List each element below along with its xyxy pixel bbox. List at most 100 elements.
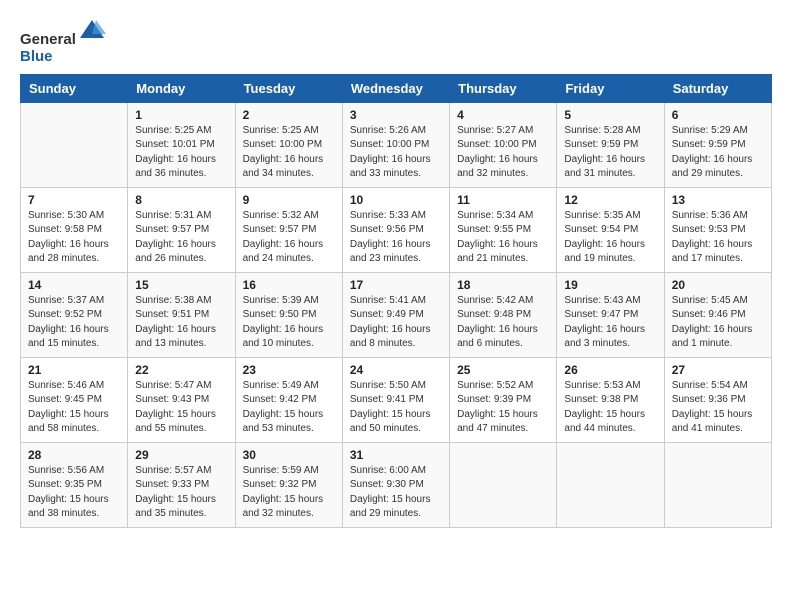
- calendar-week-row: 28 Sunrise: 5:56 AM Sunset: 9:35 PM Dayli…: [21, 442, 772, 527]
- day-content: Sunrise: 5:56 AM Sunset: 9:35 PM Dayligh…: [28, 464, 120, 522]
- calendar-cell: 30 Sunrise: 5:59 AM Sunset: 9:32 PM Dayli…: [235, 442, 342, 527]
- day-number: 15: [135, 278, 227, 292]
- day-content: Sunrise: 5:31 AM Sunset: 9:57 PM Dayligh…: [135, 209, 227, 267]
- calendar-cell: 7Sunrise: 5:30 AM Sunset: 9:58 PM Daylig…: [21, 187, 128, 272]
- day-content: Sunrise: 5:42 AM Sunset: 9:48 PM Dayligh…: [457, 294, 549, 352]
- calendar-week-row: 14 Sunrise: 5:37 AM Sunset: 9:52 PM Dayli…: [21, 272, 772, 357]
- day-number: 19: [564, 278, 656, 292]
- calendar-cell: 20Sunrise: 5:45 AM Sunset: 9:46 PM Dayli…: [664, 272, 771, 357]
- day-content: Sunrise: 5:36 AM Sunset: 9:53 PM Dayligh…: [672, 209, 764, 267]
- calendar-cell: 28 Sunrise: 5:56 AM Sunset: 9:35 PM Dayli…: [21, 442, 128, 527]
- day-number: 23: [243, 363, 335, 377]
- day-content: Sunrise: 5:46 AM Sunset: 9:45 PM Dayligh…: [28, 379, 120, 437]
- calendar-week-row: 1 Sunrise: 5:25 AM Sunset: 10:01 PM Dayli…: [21, 102, 772, 187]
- logo-icon: [78, 16, 106, 44]
- logo-blue: Blue: [20, 48, 53, 65]
- day-number: 3: [350, 108, 442, 122]
- weekday-header-tuesday: Tuesday: [235, 74, 342, 102]
- day-content: Sunrise: 5:37 AM Sunset: 9:52 PM Dayligh…: [28, 294, 120, 352]
- weekday-header-friday: Friday: [557, 74, 664, 102]
- calendar-cell: 9 Sunrise: 5:32 AM Sunset: 9:57 PM Daylig…: [235, 187, 342, 272]
- day-number: 28: [28, 448, 120, 462]
- day-content: Sunrise: 6:00 AM Sunset: 9:30 PM Dayligh…: [350, 464, 442, 522]
- day-content: Sunrise: 5:38 AM Sunset: 9:51 PM Dayligh…: [135, 294, 227, 352]
- day-content: Sunrise: 5:26 AM Sunset: 10:00 PM Daylig…: [350, 124, 442, 182]
- day-content: Sunrise: 5:25 AM Sunset: 10:00 PM Daylig…: [243, 124, 335, 182]
- day-number: 25: [457, 363, 549, 377]
- calendar-cell: 3 Sunrise: 5:26 AM Sunset: 10:00 PM Dayli…: [342, 102, 449, 187]
- day-content: Sunrise: 5:54 AM Sunset: 9:36 PM Dayligh…: [672, 379, 764, 437]
- day-content: Sunrise: 5:33 AM Sunset: 9:56 PM Dayligh…: [350, 209, 442, 267]
- calendar-cell: 6Sunrise: 5:29 AM Sunset: 9:59 PM Daylig…: [664, 102, 771, 187]
- day-number: 2: [243, 108, 335, 122]
- day-number: 8: [135, 193, 227, 207]
- day-number: 11: [457, 193, 549, 207]
- calendar-week-row: 21 Sunrise: 5:46 AM Sunset: 9:45 PM Dayli…: [21, 357, 772, 442]
- day-content: Sunrise: 5:57 AM Sunset: 9:33 PM Dayligh…: [135, 464, 227, 522]
- weekday-header-monday: Monday: [128, 74, 235, 102]
- day-number: 9: [243, 193, 335, 207]
- day-number: 12: [564, 193, 656, 207]
- calendar-cell: 24Sunrise: 5:50 AM Sunset: 9:41 PM Dayli…: [342, 357, 449, 442]
- calendar-cell: 23 Sunrise: 5:49 AM Sunset: 9:42 PM Dayli…: [235, 357, 342, 442]
- weekday-header-thursday: Thursday: [450, 74, 557, 102]
- day-number: 26: [564, 363, 656, 377]
- day-content: Sunrise: 5:25 AM Sunset: 10:01 PM Daylig…: [135, 124, 227, 182]
- day-number: 22: [135, 363, 227, 377]
- day-number: 14: [28, 278, 120, 292]
- calendar-cell: 14 Sunrise: 5:37 AM Sunset: 9:52 PM Dayli…: [21, 272, 128, 357]
- day-content: Sunrise: 5:34 AM Sunset: 9:55 PM Dayligh…: [457, 209, 549, 267]
- calendar-cell: 15 Sunrise: 5:38 AM Sunset: 9:51 PM Dayli…: [128, 272, 235, 357]
- calendar-cell: 2 Sunrise: 5:25 AM Sunset: 10:00 PM Dayli…: [235, 102, 342, 187]
- calendar-cell: 12 Sunrise: 5:35 AM Sunset: 9:54 PM Dayli…: [557, 187, 664, 272]
- day-content: Sunrise: 5:35 AM Sunset: 9:54 PM Dayligh…: [564, 209, 656, 267]
- day-content: Sunrise: 5:43 AM Sunset: 9:47 PM Dayligh…: [564, 294, 656, 352]
- day-content: Sunrise: 5:49 AM Sunset: 9:42 PM Dayligh…: [243, 379, 335, 437]
- calendar-cell: 31Sunrise: 6:00 AM Sunset: 9:30 PM Dayli…: [342, 442, 449, 527]
- day-number: 30: [243, 448, 335, 462]
- day-number: 6: [672, 108, 764, 122]
- day-number: 27: [672, 363, 764, 377]
- day-content: Sunrise: 5:47 AM Sunset: 9:43 PM Dayligh…: [135, 379, 227, 437]
- calendar-cell: 17Sunrise: 5:41 AM Sunset: 9:49 PM Dayli…: [342, 272, 449, 357]
- day-number: 24: [350, 363, 442, 377]
- calendar-cell: 10 Sunrise: 5:33 AM Sunset: 9:56 PM Dayli…: [342, 187, 449, 272]
- calendar-cell: 19 Sunrise: 5:43 AM Sunset: 9:47 PM Dayli…: [557, 272, 664, 357]
- day-number: 20: [672, 278, 764, 292]
- day-number: 4: [457, 108, 549, 122]
- weekday-header-row: SundayMondayTuesdayWednesdayThursdayFrid…: [21, 74, 772, 102]
- calendar-cell: 11 Sunrise: 5:34 AM Sunset: 9:55 PM Dayli…: [450, 187, 557, 272]
- day-number: 1: [135, 108, 227, 122]
- day-content: Sunrise: 5:52 AM Sunset: 9:39 PM Dayligh…: [457, 379, 549, 437]
- day-content: Sunrise: 5:28 AM Sunset: 9:59 PM Dayligh…: [564, 124, 656, 182]
- day-content: Sunrise: 5:32 AM Sunset: 9:57 PM Dayligh…: [243, 209, 335, 267]
- calendar-table: SundayMondayTuesdayWednesdayThursdayFrid…: [20, 74, 772, 528]
- day-number: 18: [457, 278, 549, 292]
- calendar-cell: 4 Sunrise: 5:27 AM Sunset: 10:00 PM Dayli…: [450, 102, 557, 187]
- calendar-cell: [664, 442, 771, 527]
- calendar-cell: 27 Sunrise: 5:54 AM Sunset: 9:36 PM Dayli…: [664, 357, 771, 442]
- page-header: General Blue: [20, 16, 772, 66]
- day-number: 21: [28, 363, 120, 377]
- logo: General Blue: [20, 16, 106, 66]
- logo-text: General Blue: [20, 16, 106, 66]
- calendar-cell: 18 Sunrise: 5:42 AM Sunset: 9:48 PM Dayli…: [450, 272, 557, 357]
- calendar-cell: 16 Sunrise: 5:39 AM Sunset: 9:50 PM Dayli…: [235, 272, 342, 357]
- calendar-cell: [450, 442, 557, 527]
- day-content: Sunrise: 5:53 AM Sunset: 9:38 PM Dayligh…: [564, 379, 656, 437]
- day-number: 29: [135, 448, 227, 462]
- day-content: Sunrise: 5:30 AM Sunset: 9:58 PM Dayligh…: [28, 209, 120, 267]
- calendar-cell: 25 Sunrise: 5:52 AM Sunset: 9:39 PM Dayli…: [450, 357, 557, 442]
- day-content: Sunrise: 5:41 AM Sunset: 9:49 PM Dayligh…: [350, 294, 442, 352]
- day-number: 5: [564, 108, 656, 122]
- calendar-cell: [557, 442, 664, 527]
- day-number: 16: [243, 278, 335, 292]
- day-content: Sunrise: 5:39 AM Sunset: 9:50 PM Dayligh…: [243, 294, 335, 352]
- calendar-cell: 26 Sunrise: 5:53 AM Sunset: 9:38 PM Dayli…: [557, 357, 664, 442]
- day-content: Sunrise: 5:59 AM Sunset: 9:32 PM Dayligh…: [243, 464, 335, 522]
- calendar-week-row: 7Sunrise: 5:30 AM Sunset: 9:58 PM Daylig…: [21, 187, 772, 272]
- calendar-cell: 21 Sunrise: 5:46 AM Sunset: 9:45 PM Dayli…: [21, 357, 128, 442]
- calendar-cell: 5 Sunrise: 5:28 AM Sunset: 9:59 PM Daylig…: [557, 102, 664, 187]
- day-number: 10: [350, 193, 442, 207]
- day-content: Sunrise: 5:27 AM Sunset: 10:00 PM Daylig…: [457, 124, 549, 182]
